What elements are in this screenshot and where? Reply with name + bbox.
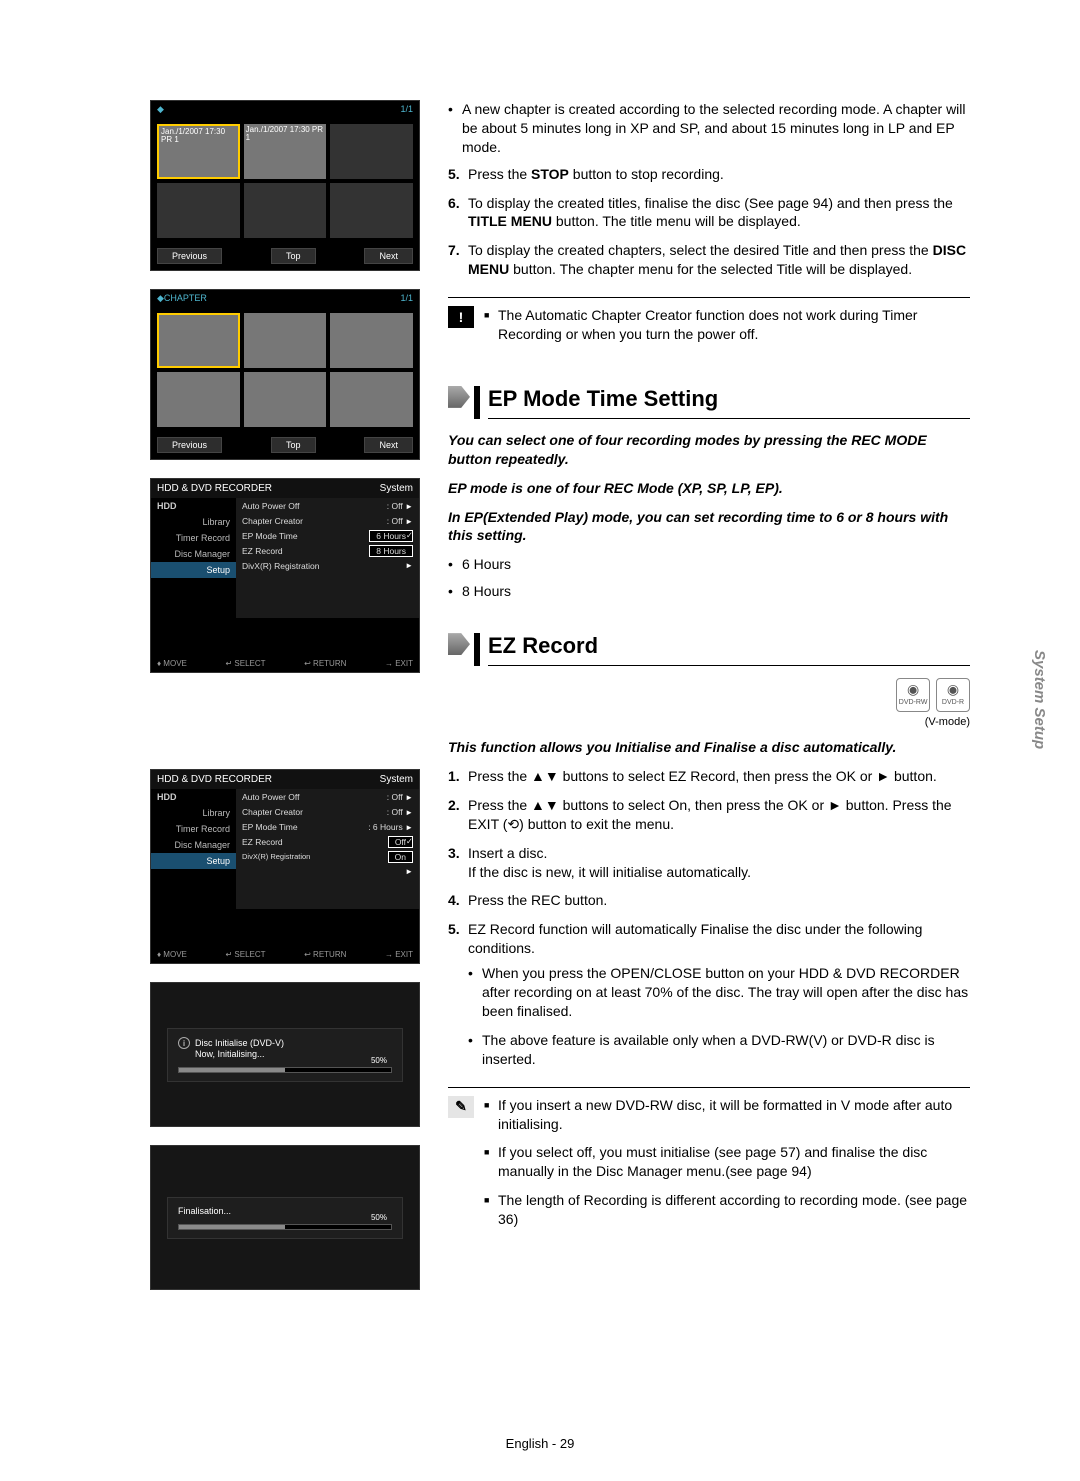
top-button[interactable]: Top (271, 437, 316, 453)
page: ◆1/1 Jan./1/2007 17:30 PR 1 Jan./1/2007 … (0, 0, 1080, 1330)
dvd-rw-icon: DVD-RW (896, 678, 930, 712)
page-footer: English - 29 (506, 1436, 575, 1451)
thumbnail (157, 372, 240, 427)
ez-note-1: If you insert a new DVD-RW disc, it will… (484, 1096, 970, 1134)
title-thumbnail-panel: ◆1/1 Jan./1/2007 17:30 PR 1 Jan./1/2007 … (150, 100, 420, 271)
ez-step-4: 4.Press the REC button. (448, 891, 970, 910)
next-button[interactable]: Next (364, 437, 413, 453)
ez-note-2: If you select off, you must initialise (… (484, 1143, 970, 1181)
ez-note-3: The length of Recording is different acc… (484, 1191, 970, 1229)
ez-step-2: 2.Press the ▲▼ buttons to select On, the… (448, 796, 970, 834)
disc-icons: DVD-RW DVD-R (448, 678, 970, 712)
step-7: 7.To display the created chapters, selec… (448, 241, 970, 279)
top-button[interactable]: Top (271, 248, 316, 264)
ez-step-5: 5.EZ Record function will automatically … (448, 920, 970, 1068)
system-menu-ez-record: HDD & DVD RECORDERSystem HDD Library Tim… (150, 769, 420, 964)
ez-step-3: 3.Insert a disc.If the disc is new, it w… (448, 844, 970, 882)
arrow-icon (448, 633, 470, 655)
thumbnail: Jan./1/2007 17:30 PR 1 (157, 124, 240, 179)
next-button[interactable]: Next (364, 248, 413, 264)
side-section-label: System Setup (1031, 650, 1048, 749)
thumbnail-empty (330, 183, 413, 238)
finalisation-dialog: Finalisation... 50% (150, 1145, 420, 1290)
info-icon: i (178, 1037, 190, 1049)
caution-icon: ! (448, 306, 474, 328)
ez-step-1: 1.Press the ▲▼ buttons to select EZ Reco… (448, 767, 970, 786)
ep-mode-heading: EP Mode Time Setting (448, 386, 970, 419)
note-icon: ✎ (448, 1096, 474, 1118)
dvd-r-icon: DVD-R (936, 678, 970, 712)
previous-button[interactable]: Previous (157, 437, 222, 453)
thumbnail-empty (330, 124, 413, 179)
caution-note: The Automatic Chapter Creator function d… (484, 306, 970, 344)
thumbnail (157, 313, 240, 368)
ez-step-5-sub2: The above feature is available only when… (468, 1031, 970, 1069)
thumbnail-empty (244, 183, 327, 238)
thumbnail: Jan./1/2007 17:30 PR 1 (244, 124, 327, 179)
ep-option-1: 6 Hours (448, 555, 970, 574)
step-6: 6.To display the created titles, finalis… (448, 194, 970, 232)
thumbnail (244, 313, 327, 368)
arrow-icon (448, 386, 470, 408)
previous-button[interactable]: Previous (157, 248, 222, 264)
chapter-label: CHAPTER (164, 293, 207, 303)
chapter-thumbnail-panel: ◆CHAPTER1/1 Previous Top Next (150, 289, 420, 460)
ep-option-2: 8 Hours (448, 582, 970, 601)
thumbnail (244, 372, 327, 427)
step-5: 5.Press the STOP button to stop recordin… (448, 165, 970, 184)
page-count: 1/1 (400, 104, 413, 115)
system-menu-ep-mode: HDD & DVD RECORDERSystem HDD Library Tim… (150, 478, 420, 673)
left-column: ◆1/1 Jan./1/2007 17:30 PR 1 Jan./1/2007 … (150, 100, 420, 1290)
thumbnail (330, 372, 413, 427)
right-column: A new chapter is created according to th… (448, 100, 1040, 1290)
thumbnail (330, 313, 413, 368)
ez-record-heading: EZ Record (448, 633, 970, 666)
ez-step-5-sub1: When you press the OPEN/CLOSE button on … (468, 964, 970, 1021)
thumbnail-empty (157, 183, 240, 238)
intro-bullet: A new chapter is created according to th… (448, 100, 970, 157)
initialising-dialog: iDisc Initialise (DVD-V) Now, Initialisi… (150, 982, 420, 1127)
